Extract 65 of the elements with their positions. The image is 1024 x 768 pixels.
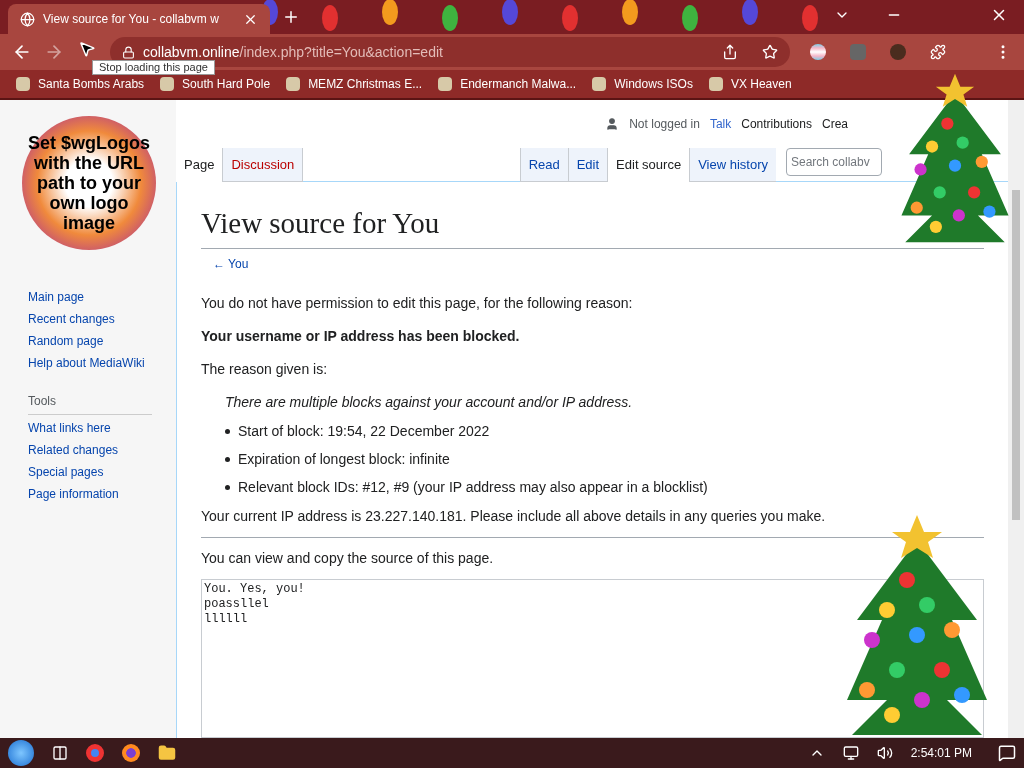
tools-heading: Tools — [28, 392, 152, 415]
page-tab[interactable]: Edit — [567, 148, 608, 182]
bookmark-icon — [160, 77, 175, 91]
volume-icon[interactable] — [876, 745, 893, 761]
block-detail: Relevant block IDs: #12, #9 (your IP address may also appear in a blocklist) — [238, 477, 708, 497]
tooltip: Stop loading this page — [92, 60, 215, 75]
globe-icon — [20, 11, 35, 27]
reason-label: The reason given is: — [201, 359, 329, 379]
back-link[interactable]: ← You — [213, 254, 984, 273]
notification-icon[interactable] — [998, 744, 1016, 762]
block-reason: There are multiple blocks against your account and/or IP address. — [225, 392, 634, 412]
extensions-icon[interactable] — [930, 44, 946, 60]
network-icon[interactable] — [842, 745, 859, 761]
user-link[interactable]: Crea — [822, 115, 848, 133]
profile-avatar[interactable] — [810, 44, 826, 60]
sidebar-link[interactable]: Main page — [28, 288, 176, 306]
bookmark-item[interactable]: Santa Bombs Arabs — [16, 75, 145, 93]
sidebar-link[interactable]: Special pages — [28, 463, 176, 481]
bookmark-icon — [16, 77, 30, 91]
login-status: Not logged in — [629, 116, 700, 133]
block-detail: Expiration of longest block: infinite — [238, 449, 450, 469]
permission-message: You do not have permission to edit this page, for the following reason: — [201, 293, 634, 313]
bookmark-item[interactable]: VX Heaven — [708, 75, 792, 93]
source-note: You can view and copy the source of this page. — [201, 548, 495, 568]
sidebar-link[interactable]: Page information — [28, 485, 176, 503]
new-tab-icon[interactable] — [282, 8, 300, 26]
blocked-message: Your username or IP address has been blocked. — [201, 326, 521, 346]
clock[interactable]: 2:54:01 PM — [910, 744, 972, 762]
tab-title: View source for You - collabvm w — [43, 11, 220, 28]
chrome-icon[interactable] — [86, 744, 104, 762]
bookmark-icon — [708, 77, 723, 91]
folder-icon[interactable] — [158, 744, 176, 762]
user-icon — [605, 117, 620, 131]
sidebar-link[interactable]: Random page — [28, 332, 176, 350]
bookmark-item[interactable]: Windows ISOs — [592, 75, 693, 93]
sidebar-link[interactable]: Help about MediaWiki — [28, 354, 176, 372]
cursor-icon — [78, 40, 96, 58]
browser-tab[interactable]: View source for You - collabvm w — [8, 4, 270, 34]
bullet-icon — [225, 456, 230, 462]
block-detail: Start of block: 19:54, 22 December 2022 — [238, 421, 490, 441]
bullet-icon — [225, 484, 230, 490]
bullet-icon — [225, 428, 230, 434]
user-link[interactable]: Contributions — [741, 115, 812, 133]
task-view-icon[interactable] — [52, 745, 68, 761]
start-button[interactable] — [8, 740, 34, 766]
firefox-icon[interactable] — [122, 744, 140, 762]
bookmark-item[interactable]: South Hard Pole — [160, 75, 271, 93]
bookmark-icon — [286, 77, 301, 91]
user-link[interactable]: Talk — [709, 115, 732, 133]
bookmark-star-icon[interactable] — [762, 44, 778, 60]
sidebar-link[interactable]: What links here — [28, 419, 176, 437]
bookmark-icon — [438, 77, 453, 91]
sidebar-link[interactable]: Recent changes — [28, 310, 176, 328]
search-field[interactable]: Search collabv — [786, 148, 882, 176]
share-icon[interactable] — [722, 44, 738, 60]
bookmark-item[interactable]: MEMZ Christmas E... — [286, 75, 423, 93]
source-textarea[interactable]: You. Yes, you! poassllel llllll — [201, 578, 984, 738]
url-text: collabvm.online/index.php?title=You&action=edit — [143, 42, 444, 62]
sidebar-link[interactable]: Related changes — [28, 441, 176, 459]
lock-icon — [122, 45, 135, 59]
page-tab[interactable]: View history — [689, 148, 776, 182]
page-tab[interactable]: Discussion — [223, 148, 304, 182]
page-tab[interactable]: Read — [519, 148, 568, 182]
bookmark-item[interactable]: Endermanch Malwa... — [438, 75, 577, 93]
bookmark-icon — [592, 77, 607, 91]
